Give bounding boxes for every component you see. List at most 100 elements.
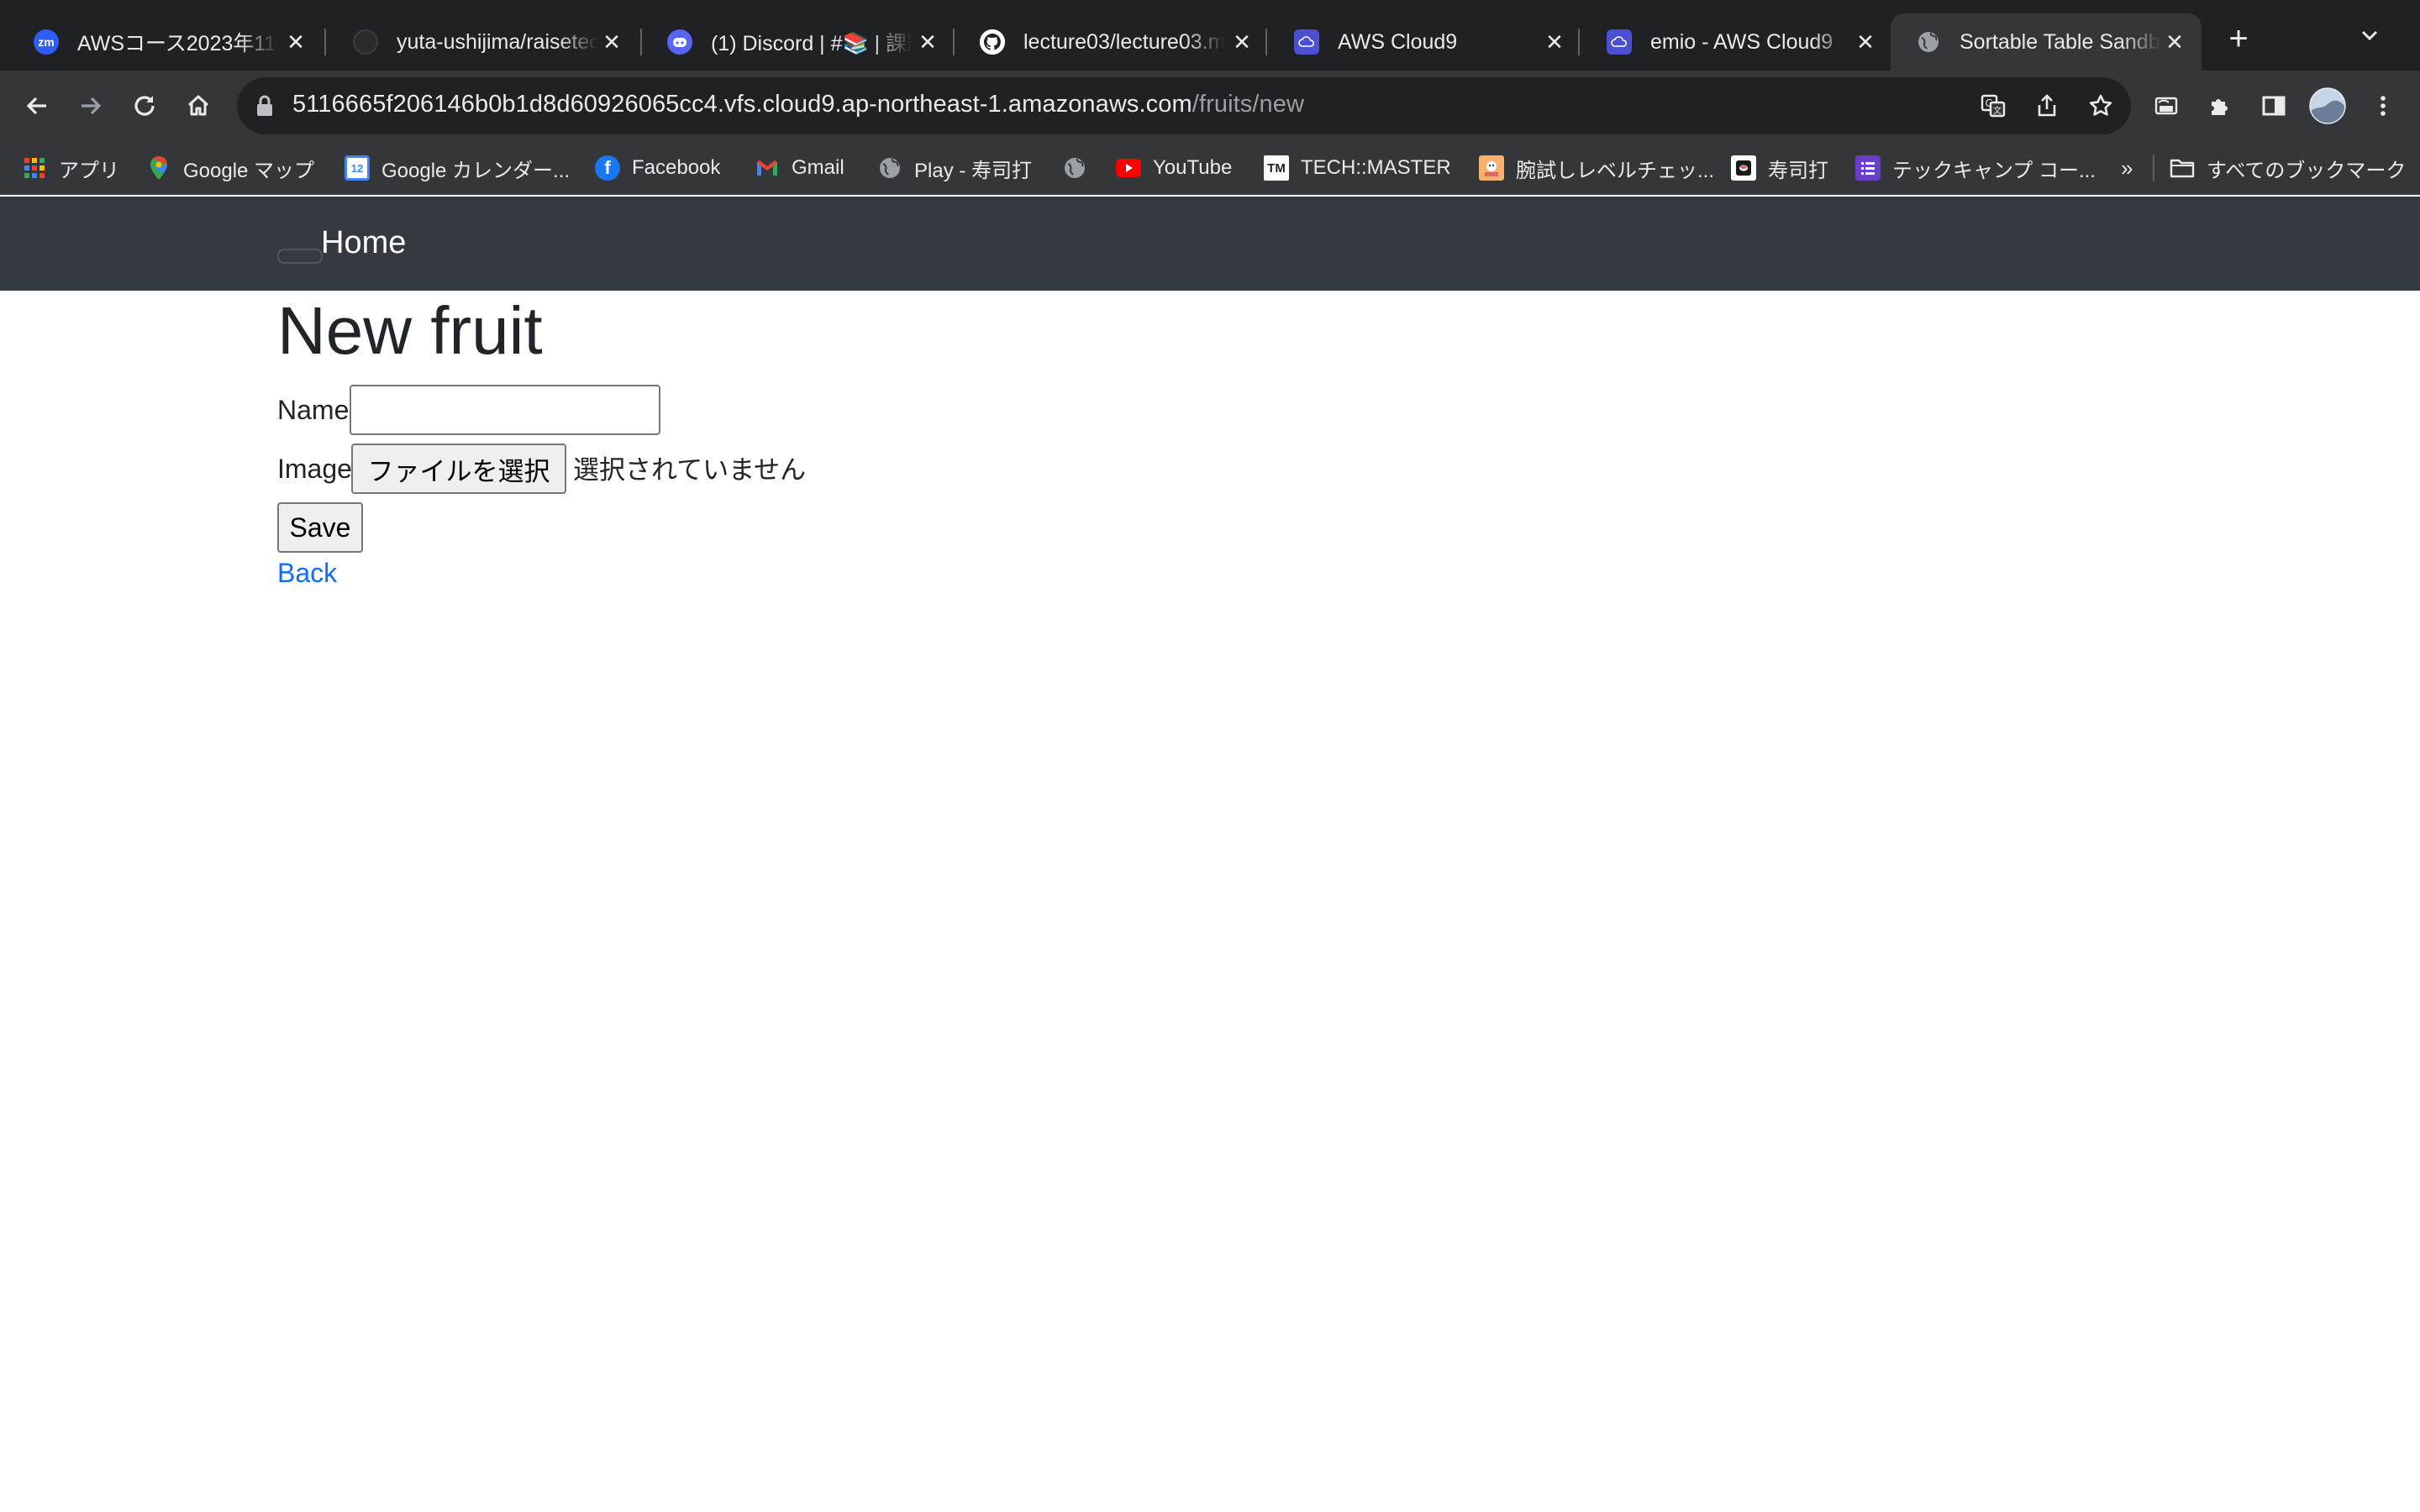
translate-icon[interactable]: G文 [1973,86,2013,126]
svg-text:文: 文 [1993,105,2002,116]
bookmark-star-icon[interactable] [2081,86,2121,126]
lock-icon[interactable] [255,94,276,118]
navbar-toggler-button[interactable] [277,249,323,264]
chrome-menu-icon[interactable] [2363,86,2403,126]
tab-title: lecture03/lecture03.md [1023,29,1225,54]
bookmark-youtube[interactable]: YouTube [1116,153,1232,183]
cloud9-icon [1607,29,1632,55]
bookmark-facebook[interactable]: f Facebook [595,153,720,183]
close-icon[interactable]: ✕ [1852,29,1879,55]
url-text[interactable]: 5116665f206146b0b1d8d60926065cc4.vfs.clo… [292,91,1304,118]
tab-divider [1578,29,1580,55]
image-label: Image [277,454,352,484]
tab-aws-course[interactable]: zm AWSコース2023年11月 ✕ [8,13,323,71]
globe-icon [1916,29,1941,55]
bookmark-level-check[interactable]: 腕試しレベルチェッ... [1479,153,1714,183]
folder-icon [2170,155,2195,181]
bookmark-label: テックキャンプ コー... [1892,159,2096,182]
forward-arrow-icon[interactable] [71,86,111,126]
google-maps-icon [146,155,171,181]
bookmark-label: YouTube [1153,156,1233,179]
apps-grid-icon [22,155,47,181]
name-label: Name [277,395,350,425]
close-icon[interactable]: ✕ [282,29,309,55]
choose-file-button[interactable]: ファイルを選択 [351,444,566,494]
tab-aws-cloud9[interactable]: AWS Cloud9 ✕ [1269,13,1581,71]
tab-title: Sortable Table Sandbox [1960,29,2161,54]
bookmark-play-sushida[interactable]: Play - 寿司打 [877,153,1032,183]
back-arrow-icon[interactable] [17,86,57,126]
bookmark-label: 腕試しレベルチェッ... [1516,159,1715,182]
cloud9-icon [1294,29,1319,55]
github-icon [353,29,378,55]
bookmark-label: Google カレンダー... [381,159,571,182]
level-check-icon [1479,155,1504,181]
techmaster-icon: TM [1264,155,1289,181]
tab-title: (1) Discord | #📚 | 課題 [711,32,913,55]
bookmark-techcamp[interactable]: テックキャンプ コー... [1855,153,2096,183]
tab-title: emio - AWS Cloud9 [1650,29,1833,54]
tab-divider [324,29,326,55]
tab-search-button[interactable] [2353,22,2386,55]
cast-icon[interactable] [2146,86,2186,126]
bookmark-label: TECH::MASTER [1301,156,1451,179]
bookmark-gmail[interactable]: Gmail [755,153,844,183]
sushida-icon [1731,155,1756,181]
discord-icon [667,29,692,55]
reload-icon[interactable] [124,86,165,126]
home-icon[interactable] [178,86,218,126]
close-icon[interactable]: ✕ [598,29,625,55]
github-icon [980,29,1005,55]
bookmarks-overflow-button[interactable]: » [2121,153,2133,183]
extensions-puzzle-icon[interactable] [2200,86,2240,126]
tab-github-repo[interactable]: yuta-ushijima/raisetech ✕ [328,13,639,71]
tab-title: AWSコース2023年11月 [77,32,279,55]
facebook-icon: f [595,155,620,181]
gmail-icon [755,155,780,181]
tab-divider [1265,29,1267,55]
tab-lecture03[interactable]: lecture03/lecture03.md ✕ [955,13,1269,71]
share-icon[interactable] [2027,86,2067,126]
file-status-text: 選択されていません [573,455,807,486]
save-button[interactable]: Save [277,502,363,553]
youtube-icon [1116,155,1141,181]
tab-emio-cloud9[interactable]: emio - AWS Cloud9 ✕ [1581,13,1892,71]
all-bookmarks-label: すべてのブックマーク [2207,159,2407,182]
bookmark-label: Play - 寿司打 [914,159,1033,182]
close-icon[interactable]: ✕ [2161,29,2188,55]
bookmark-techmaster[interactable]: TM TECH::MASTER [1264,153,1451,183]
bookmark-globe[interactable] [1062,153,1099,183]
side-panel-icon[interactable] [2254,86,2294,126]
techcamp-icon [1855,155,1881,181]
avatar[interactable] [2307,86,2348,126]
bookmarks-overflow-chevron: » [2121,155,2133,181]
page-title: New fruit [277,293,543,368]
bookmark-label: アプリ [59,159,119,182]
all-bookmarks-folder[interactable]: すべてのブックマーク [2170,153,2406,183]
name-field[interactable] [350,385,660,435]
url-host: 5116665f206146b0b1d8d60926065cc4.vfs.clo… [292,91,1192,118]
bookmark-label: Google マップ [183,159,315,182]
zoom-icon: zm [34,29,59,55]
bookmark-apps[interactable]: アプリ [22,153,119,183]
tab-title: yuta-ushijima/raisetech [397,29,598,54]
google-calendar-icon: 12 [345,155,370,181]
globe-icon [1062,155,1087,181]
globe-icon [877,155,902,181]
tab-sortable-table[interactable]: Sortable Table Sandbox ✕ [1891,13,2202,71]
close-icon[interactable]: ✕ [1541,29,1568,55]
back-link[interactable]: Back [277,558,337,589]
bookmark-label: Facebook [632,156,721,179]
close-icon[interactable]: ✕ [914,29,941,55]
bookmark-label: Gmail [792,156,844,179]
bookmark-sushida[interactable]: 寿司打 [1731,153,1828,183]
tab-discord[interactable]: (1) Discord | #📚 | 課題 ✕ [642,13,955,71]
bookmark-label: 寿司打 [1768,159,1828,182]
close-icon[interactable]: ✕ [1228,29,1255,55]
navbar-brand-home[interactable]: Home [321,225,406,261]
bookmark-google-calendar[interactable]: 12 Google カレンダー... [345,153,570,183]
new-tab-button[interactable]: + [2222,22,2255,55]
tab-title: AWS Cloud9 [1338,29,1458,54]
url-path: /fruits/new [1192,91,1305,118]
bookmark-google-maps[interactable]: Google マップ [146,153,314,183]
